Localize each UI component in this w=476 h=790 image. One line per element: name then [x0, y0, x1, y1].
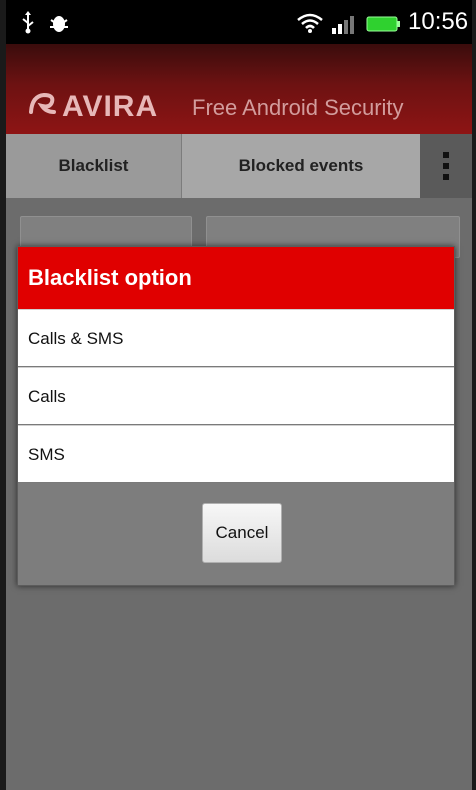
blacklist-option-dialog: Blacklist option Calls & SMS Calls SMS C…: [17, 246, 455, 586]
wifi-icon: [297, 13, 323, 33]
usb-icon: [22, 11, 34, 34]
brand-name: AVIRA: [62, 90, 159, 123]
overflow-menu-icon[interactable]: [420, 134, 472, 198]
avira-logo-icon: [29, 92, 56, 114]
app-header: AVIRA Free Android Security: [6, 44, 472, 134]
dialog-title: Blacklist option: [18, 247, 454, 309]
option-calls-sms[interactable]: Calls & SMS: [18, 309, 454, 366]
debug-icon: [50, 16, 68, 32]
option-sms[interactable]: SMS: [18, 425, 454, 482]
tab-blacklist[interactable]: Blacklist: [6, 134, 182, 198]
tab-blocked-events[interactable]: Blocked events: [182, 134, 420, 198]
status-time: 10:56: [408, 8, 469, 35]
dialog-footer: Cancel: [18, 483, 454, 585]
battery-icon: [366, 16, 400, 32]
status-bar: 10:56: [6, 0, 472, 44]
signal-icon: [332, 16, 354, 34]
cancel-button[interactable]: Cancel: [202, 503, 282, 563]
brand-tagline: Free Android Security: [192, 95, 404, 120]
option-calls[interactable]: Calls: [18, 367, 454, 424]
tab-bar: Blacklist Blocked events: [6, 134, 472, 198]
